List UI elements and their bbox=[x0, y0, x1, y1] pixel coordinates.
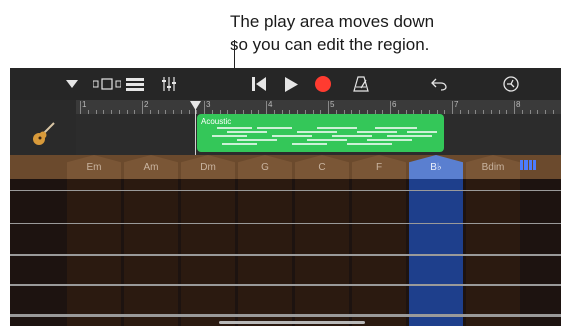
chord-strip-column[interactable] bbox=[295, 179, 349, 326]
control-bar bbox=[10, 68, 561, 100]
guitar-string[interactable] bbox=[10, 223, 561, 225]
ruler-tick bbox=[514, 101, 515, 114]
chord-strip-column[interactable] bbox=[238, 179, 292, 326]
ruler-bar-number: 2 bbox=[144, 100, 149, 109]
acoustic-region[interactable]: Acoustic bbox=[197, 114, 444, 152]
guitar-string[interactable] bbox=[10, 254, 561, 256]
chord-strip-column[interactable] bbox=[67, 179, 121, 326]
garageband-window: 12345678 Acoustic Em Am Dm G C F B♭ Bdim bbox=[10, 68, 561, 326]
settings-icon[interactable] bbox=[500, 74, 522, 94]
callout-text: The play area moves down so you can edit… bbox=[230, 10, 490, 56]
mixer-icon[interactable] bbox=[158, 74, 180, 94]
chord-strip-column[interactable] bbox=[466, 179, 520, 326]
callout-line-2: so you can edit the region. bbox=[230, 35, 430, 54]
acoustic-guitar-icon[interactable] bbox=[32, 122, 56, 151]
chord-strip-column[interactable] bbox=[409, 179, 463, 326]
autoplay-grid-icon[interactable] bbox=[520, 160, 536, 170]
chord-strip-column[interactable] bbox=[352, 179, 406, 326]
record-icon[interactable] bbox=[311, 74, 335, 94]
ruler-bar-number: 1 bbox=[82, 100, 87, 109]
ruler-bar-number: 8 bbox=[516, 100, 521, 109]
callout-line-1: The play area moves down bbox=[230, 12, 435, 31]
region-notes bbox=[212, 127, 437, 145]
ruler-tick bbox=[142, 101, 143, 114]
ruler-tick bbox=[328, 101, 329, 114]
guitar-string[interactable] bbox=[10, 190, 561, 191]
dropdown-icon[interactable] bbox=[62, 74, 82, 94]
view-toggle-icon[interactable] bbox=[92, 74, 122, 94]
metronome-icon[interactable] bbox=[350, 74, 372, 94]
undo-icon[interactable] bbox=[428, 74, 450, 94]
go-to-beginning-icon[interactable] bbox=[248, 74, 270, 94]
ruler-tick bbox=[452, 101, 453, 114]
ruler-tick bbox=[266, 101, 267, 114]
timeline-ruler[interactable]: 1 2 3 4 5 6 7 8 bbox=[76, 100, 561, 114]
chord-strip-column[interactable] bbox=[124, 179, 178, 326]
guitar-string[interactable] bbox=[10, 314, 561, 317]
ruler-bar-number: 3 bbox=[206, 100, 211, 109]
ruler-tick bbox=[80, 101, 81, 114]
track-header-column bbox=[10, 100, 76, 155]
home-indicator bbox=[219, 321, 365, 324]
ruler-tick bbox=[390, 101, 391, 114]
ruler-bar-number: 7 bbox=[454, 100, 459, 109]
guitar-string[interactable] bbox=[10, 284, 561, 287]
ruler-bar-number: 6 bbox=[392, 100, 397, 109]
ruler-tick bbox=[204, 101, 205, 114]
tracks-view-icon[interactable] bbox=[124, 74, 146, 94]
ruler-bar-number: 4 bbox=[268, 100, 273, 109]
chord-strip-column[interactable] bbox=[181, 179, 235, 326]
play-icon[interactable] bbox=[280, 74, 302, 94]
ruler-bar-number: 5 bbox=[330, 100, 335, 109]
